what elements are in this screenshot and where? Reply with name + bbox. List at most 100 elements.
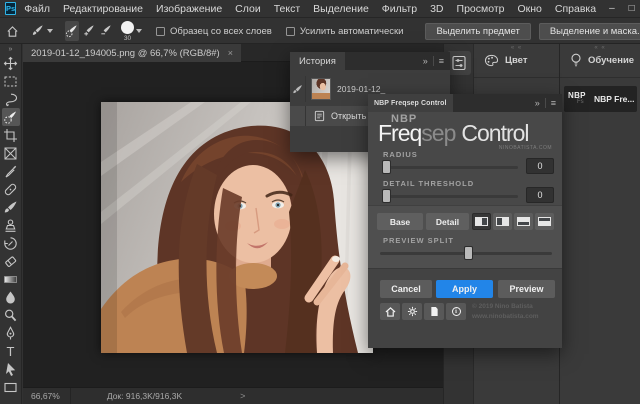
tool-crop-icon[interactable] (2, 126, 20, 144)
detail-threshold-slider[interactable] (382, 189, 518, 203)
nbp-logo-icon: NBP Fs (568, 91, 586, 105)
menu-3d[interactable]: 3D (430, 3, 443, 15)
auto-enhance-checkbox[interactable]: Усилить автоматически (285, 26, 403, 37)
document-tab-title: 2019-01-12_194005.png @ 66,7% (RGB/8#) (31, 47, 220, 59)
split-top-button[interactable] (514, 213, 533, 230)
brush-size-value: 30 (123, 34, 132, 42)
tool-type-icon[interactable]: T (2, 342, 20, 360)
brush-size-picker[interactable]: 30 (121, 20, 134, 42)
nbp-freqsep-collapsed-tab[interactable]: NBP Fs NBP Fre... (564, 86, 637, 112)
split-left-button[interactable] (472, 213, 491, 230)
zoom-level-field[interactable]: 66,67% (31, 388, 71, 404)
cancel-button[interactable]: Cancel (380, 280, 432, 298)
home-icon[interactable] (6, 21, 19, 41)
panel-menu-icon[interactable]: ≡ (439, 56, 444, 66)
lightbulb-icon (571, 53, 581, 67)
properties-panel-button[interactable] (447, 51, 471, 75)
menu-help[interactable]: Справка (555, 3, 596, 15)
brush-size-chevron-icon[interactable] (136, 29, 142, 33)
menu-view[interactable]: Просмотр (457, 3, 505, 15)
tool-quick-selection-icon[interactable] (1, 108, 20, 126)
tool-rectangle-icon[interactable] (2, 378, 20, 396)
menu-window[interactable]: Окно (517, 3, 541, 15)
photoshop-logo-icon[interactable]: Ps (5, 2, 17, 15)
history-brush-source-well[interactable] (290, 106, 306, 126)
maximize-button[interactable]: □ (629, 3, 635, 14)
nbp-freqsep-tab[interactable]: NBP Freqsep Control (368, 94, 453, 112)
sample-all-layers-checkbox[interactable]: Образец со всех слоев (156, 26, 272, 37)
add-to-selection-brush-icon[interactable] (82, 21, 96, 41)
history-brush-source-icon (293, 84, 302, 93)
menu-layers[interactable]: Слои (235, 3, 261, 15)
tool-preset-picker-icon[interactable] (31, 21, 45, 41)
panel-menu-icon[interactable]: ≡ (551, 98, 556, 108)
tool-history-brush-icon[interactable] (2, 234, 20, 252)
radius-slider-handle[interactable] (382, 160, 391, 174)
menu-filter[interactable]: Фильтр (382, 3, 417, 15)
menu-select[interactable]: Выделение (313, 3, 369, 15)
document-tab[interactable]: 2019-01-12_194005.png @ 66,7% (RGB/8#) × (23, 44, 241, 62)
toolbar-expand-icon[interactable]: » (9, 46, 13, 53)
apply-button[interactable]: Apply (436, 280, 493, 298)
tool-pen-icon[interactable] (2, 324, 20, 342)
tool-gradient-icon[interactable] (2, 270, 20, 288)
split-top-icon (517, 217, 530, 226)
snapshot-thumbnail[interactable] (311, 78, 331, 100)
dock-grip-icon[interactable]: « « (594, 45, 605, 51)
tab-close-icon[interactable]: × (228, 48, 233, 58)
tool-path-selection-icon[interactable] (2, 360, 20, 378)
base-button[interactable]: Base (377, 213, 423, 230)
nbp-panel-tab-bar: NBP Freqsep Control » ≡ (368, 94, 562, 112)
select-subject-button[interactable]: Выделить предмет (425, 22, 531, 40)
tool-eraser-icon[interactable] (2, 252, 20, 270)
preview-split-slider[interactable] (380, 246, 552, 260)
radius-label: RADIUS (383, 150, 418, 159)
preview-split-label: PREVIEW SPLIT (383, 236, 454, 245)
open-document-icon (314, 110, 325, 122)
panel-collapse-icon[interactable]: » (423, 56, 428, 66)
svg-text:T: T (7, 344, 15, 359)
preview-button[interactable]: Preview (498, 280, 555, 298)
dock-grip-icon[interactable]: « « (511, 45, 522, 51)
split-bottom-button[interactable] (535, 213, 554, 230)
select-and-mask-button[interactable]: Выделение и маска... (538, 22, 640, 40)
radius-value-field[interactable]: 0 (526, 158, 554, 174)
tool-clone-stamp-icon[interactable] (2, 216, 20, 234)
tool-spot-healing-icon[interactable] (2, 180, 20, 198)
learn-dock: « « Обучение NBP Fs NBP Fre... (559, 44, 640, 404)
panel-collapse-icon[interactable]: » (535, 98, 540, 108)
history-tab[interactable]: История (290, 52, 345, 70)
tool-lasso-icon[interactable] (2, 90, 20, 108)
menu-type[interactable]: Текст (274, 3, 300, 15)
info-button[interactable]: i (446, 303, 466, 320)
menu-file[interactable]: Файл (24, 3, 50, 15)
tool-frame-icon[interactable] (2, 144, 20, 162)
tool-rectangular-marquee-icon[interactable] (2, 72, 20, 90)
tool-preset-chevron-icon[interactable] (47, 29, 53, 33)
nbp-logo-wordmark: Freqsep Control (378, 120, 530, 146)
minimize-button[interactable]: – (609, 3, 615, 14)
menu-image[interactable]: Изображение (156, 3, 222, 15)
subtract-from-selection-brush-icon[interactable] (99, 21, 113, 41)
tool-blur-icon[interactable] (2, 288, 20, 306)
tool-dodge-icon[interactable] (2, 306, 20, 324)
detail-threshold-value-field[interactable]: 0 (526, 187, 554, 203)
tool-brush-icon[interactable] (2, 198, 20, 216)
detail-threshold-slider-handle[interactable] (382, 189, 391, 203)
status-chevron-icon[interactable]: > (240, 391, 245, 401)
history-brush-source-well[interactable] (290, 76, 306, 102)
home-button[interactable] (380, 303, 400, 320)
settings-button[interactable] (402, 303, 422, 320)
docs-button[interactable] (424, 303, 444, 320)
tool-eyedropper-icon[interactable] (2, 162, 20, 180)
tool-move-icon[interactable] (2, 54, 20, 72)
radius-slider[interactable] (382, 160, 518, 174)
open-state-label: Открыть (331, 111, 367, 121)
split-right-button[interactable] (493, 213, 512, 230)
menu-edit[interactable]: Редактирование (63, 3, 143, 15)
new-selection-brush-icon[interactable] (65, 21, 79, 41)
preview-split-slider-handle[interactable] (464, 246, 473, 260)
detail-button[interactable]: Detail (426, 213, 469, 230)
nbp-freqsep-panel: NBP Freqsep Control » ≡ NBP Freqsep Contr… (368, 94, 562, 348)
history-panel-tab-bar: История » ≡ (290, 52, 450, 70)
